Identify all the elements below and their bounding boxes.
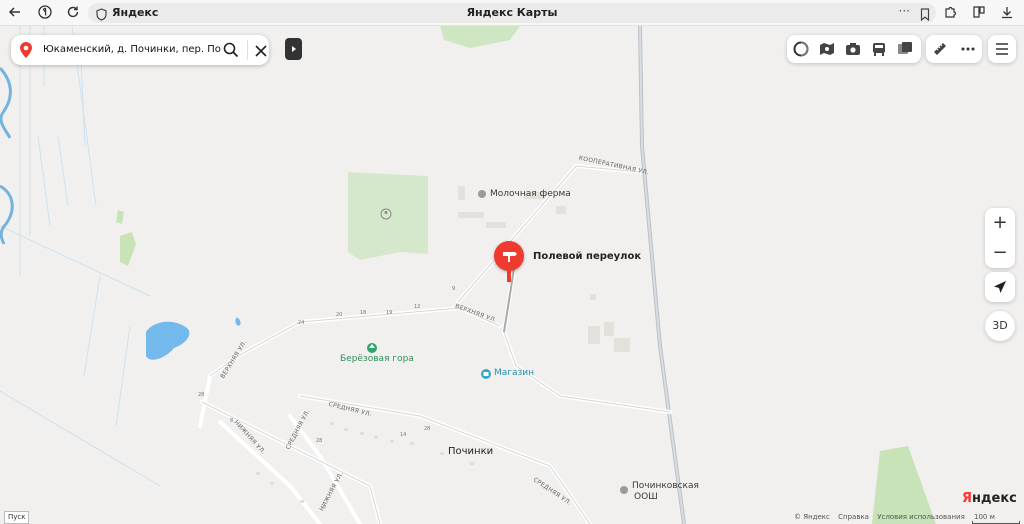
- map-label-school-line1[interactable]: Починковская: [632, 481, 699, 491]
- 3d-toggle-button[interactable]: 3D: [985, 311, 1015, 341]
- more-icon[interactable]: ···: [899, 4, 910, 18]
- navigation-arrow-icon: [994, 281, 1006, 293]
- search-input[interactable]: Юкаменский, д. Починки, пер. Полев: [43, 44, 221, 55]
- help-link[interactable]: Справка: [838, 513, 869, 521]
- download-icon[interactable]: [998, 4, 1016, 22]
- traffic-layer-icon[interactable]: [793, 41, 809, 57]
- place-marker[interactable]: [494, 241, 524, 271]
- house-number: 28: [316, 438, 323, 444]
- map-base-layer: [0, 26, 936, 524]
- house-number: 14: [400, 432, 407, 438]
- house-number: 20: [336, 312, 343, 318]
- marker-stem: [507, 270, 511, 282]
- pusk-button[interactable]: Пуск: [4, 511, 30, 524]
- search-icon[interactable]: [223, 42, 239, 62]
- marker-label[interactable]: Полевой переулок: [533, 251, 641, 262]
- house-number: 28: [424, 426, 431, 432]
- search-divider: [247, 40, 248, 60]
- map-label-birch-hill[interactable]: Берёзовая гора: [340, 354, 414, 364]
- transit-layer-icon[interactable]: [871, 41, 887, 57]
- map-layers-toolbar: [787, 35, 921, 63]
- zoom-control: + −: [985, 208, 1015, 268]
- map-footer: © Яндекс Справка Условия использования: [794, 513, 971, 521]
- house-number: 28: [198, 392, 205, 398]
- location-pin-icon: [19, 41, 33, 63]
- address-bar[interactable]: Яндекс Яндекс Карты ···: [88, 3, 936, 23]
- collapse-panel-button[interactable]: [285, 38, 302, 60]
- zoom-in-button[interactable]: +: [985, 208, 1015, 238]
- close-icon[interactable]: [254, 43, 268, 62]
- yandex-browser-icon[interactable]: [36, 4, 54, 22]
- reload-icon[interactable]: [64, 4, 82, 22]
- map-tools-toolbar: [926, 35, 982, 63]
- my-location-button[interactable]: [985, 272, 1015, 302]
- map-type-icon[interactable]: [897, 41, 913, 57]
- logo-text: ндекс: [972, 491, 1017, 506]
- yandex-logo[interactable]: Яндекс: [962, 491, 1017, 506]
- search-box[interactable]: Юкаменский, д. Починки, пер. Полев: [11, 35, 269, 65]
- house-number: 19: [386, 310, 393, 316]
- logo-letter: Я: [962, 491, 973, 506]
- scale-label: 100 м: [974, 513, 995, 521]
- house-number: 8: [230, 418, 234, 424]
- page-title: Яндекс Карты: [466, 6, 558, 19]
- more-options-icon[interactable]: [960, 41, 976, 61]
- extensions-icon[interactable]: [941, 4, 959, 22]
- collections-icon[interactable]: [970, 4, 988, 22]
- hamburger-icon: [996, 43, 1008, 55]
- map-label-school-line2[interactable]: ООШ: [634, 492, 658, 502]
- zoom-out-button[interactable]: −: [985, 238, 1015, 268]
- chevron-right-icon: [292, 46, 296, 52]
- browser-toolbar: Яндекс Яндекс Карты ···: [0, 0, 1024, 26]
- house-number: 24: [298, 320, 305, 326]
- menu-button[interactable]: [988, 35, 1016, 63]
- map-canvas[interactable]: Молочная ферма Берёзовая гора Магазин По…: [0, 26, 1024, 524]
- panorama-layer-icon[interactable]: [819, 41, 835, 57]
- bookmark-icon[interactable]: [920, 6, 930, 25]
- house-number: 18: [360, 310, 367, 316]
- map-label-shop[interactable]: Магазин: [494, 368, 534, 378]
- copyright-text: © Яндекс: [794, 513, 830, 521]
- terms-link[interactable]: Условия использования: [877, 513, 965, 521]
- photos-layer-icon[interactable]: [845, 41, 861, 57]
- map-label-dairy-farm[interactable]: Молочная ферма: [490, 189, 571, 199]
- house-number: 12: [414, 304, 421, 310]
- map-label-village[interactable]: Починки: [448, 446, 493, 457]
- signpost-icon: [503, 252, 517, 262]
- back-icon[interactable]: [6, 4, 24, 22]
- ruler-icon[interactable]: [932, 41, 948, 61]
- house-number: 9: [452, 286, 456, 292]
